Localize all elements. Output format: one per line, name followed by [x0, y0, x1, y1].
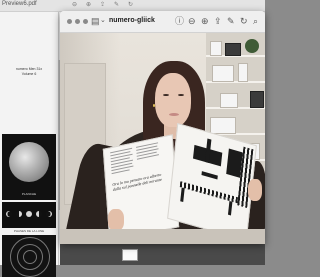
- moon-phase: [6, 211, 12, 217]
- plant: [245, 39, 259, 53]
- table: [60, 229, 265, 244]
- zoom-button[interactable]: [83, 19, 88, 24]
- shelf-object: [210, 117, 236, 134]
- moon-phase: [16, 211, 22, 217]
- minimize-button[interactable]: [75, 19, 80, 24]
- moon-phase: [26, 211, 32, 217]
- eye: [163, 94, 169, 96]
- zoom-in-icon[interactable]: ⊕: [86, 1, 91, 8]
- page-thumbnail[interactable]: [122, 249, 138, 261]
- search-icon[interactable]: ⌕: [253, 16, 258, 27]
- back-document-page: numero Men 31x Volume 6 PLANCHE PHASES D…: [0, 12, 59, 277]
- markup-icon[interactable]: ✎: [114, 1, 119, 8]
- moon-phase: [46, 211, 52, 217]
- shelf-object: [225, 43, 241, 56]
- chevron-down-icon[interactable]: ⌄: [100, 16, 106, 24]
- shelf-object: [250, 91, 264, 108]
- furniture-photo: [201, 171, 218, 180]
- window-title: numero-gliick: [109, 17, 155, 24]
- rotate-icon[interactable]: ↻: [128, 1, 133, 8]
- moon-illustration: [9, 142, 49, 182]
- front-window-titlebar[interactable]: ▤ ⌄ numero-gliick ⓘ ⊖ ⊕ ⇪ ✎ ↻ ⌕: [60, 11, 265, 33]
- furniture-photo: [227, 200, 233, 216]
- zoom-out-icon[interactable]: ⊖: [72, 1, 77, 8]
- markup-icon[interactable]: ✎: [227, 16, 235, 27]
- desktop-strip: [60, 244, 265, 265]
- shelf-object: [212, 65, 234, 82]
- share-icon[interactable]: ⇪: [214, 16, 222, 27]
- furniture-photo: [179, 181, 239, 204]
- moon-phase: [36, 211, 42, 217]
- text-column: [136, 142, 159, 160]
- book-quote: Ora lo mo pensato ora alberto dalla sul …: [112, 171, 162, 192]
- left-hand: [108, 209, 124, 231]
- phases-caption: PHASES DE LA LUNE: [13, 229, 45, 233]
- moon-plate-image: PLANCHE: [2, 134, 56, 200]
- cover-title: numero Men 31x: [15, 67, 43, 71]
- plate-caption: PLANCHE: [21, 192, 37, 196]
- cover-subtitle: Volume 6: [21, 72, 37, 76]
- shelf-object: [238, 63, 248, 82]
- info-icon[interactable]: ⓘ: [175, 16, 184, 27]
- document-photo: Ora lo mo pensato ora alberto dalla sul …: [60, 33, 265, 244]
- shelf-object: [220, 93, 238, 108]
- orbit-plate-image: [2, 235, 56, 277]
- lips: [169, 113, 179, 116]
- rotate-icon[interactable]: ↻: [240, 16, 248, 27]
- sidebar-icon[interactable]: ▤: [91, 16, 100, 27]
- orbit-ring: [10, 237, 50, 277]
- moon-phases-image: [2, 202, 56, 228]
- close-button[interactable]: [67, 19, 72, 24]
- zoom-in-icon[interactable]: ⊕: [201, 16, 209, 27]
- back-window-title: Preview6.pdf: [2, 1, 37, 7]
- face: [155, 73, 191, 127]
- eye: [178, 94, 184, 96]
- text-column: [110, 147, 134, 175]
- earring: [153, 104, 155, 107]
- zoom-out-icon[interactable]: ⊖: [188, 16, 196, 27]
- furniture-photo: [180, 187, 185, 203]
- share-icon[interactable]: ⇪: [100, 1, 105, 8]
- shelf-object: [210, 41, 222, 56]
- front-preview-window[interactable]: ▤ ⌄ numero-gliick ⓘ ⊖ ⊕ ⇪ ✎ ↻ ⌕ Ora lo m…: [60, 11, 265, 244]
- right-hand: [248, 179, 262, 201]
